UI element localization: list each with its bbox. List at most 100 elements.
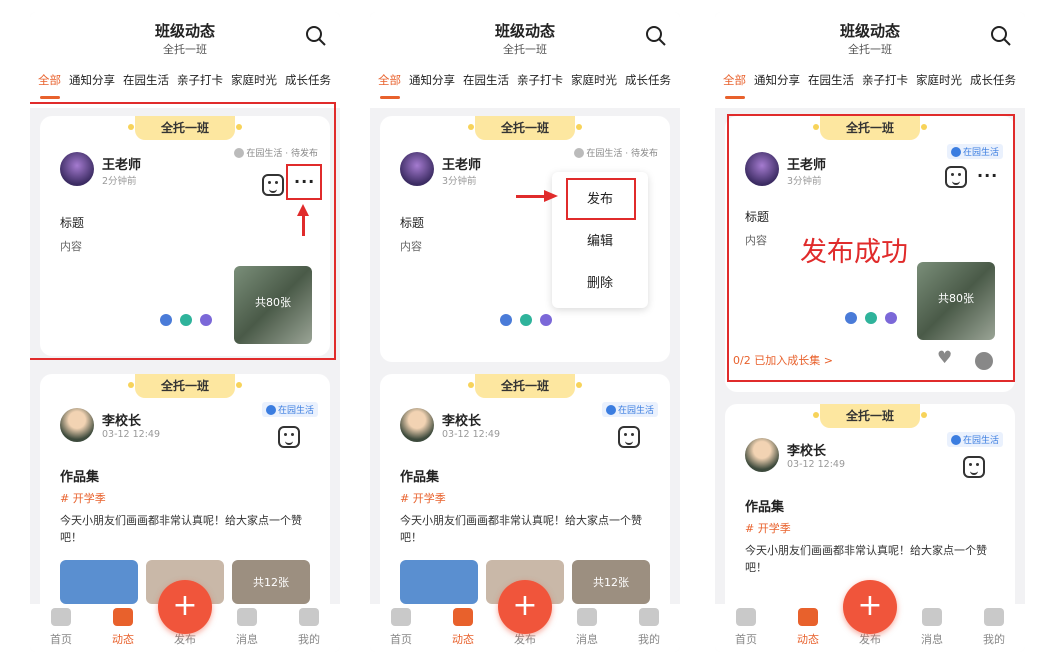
home-icon xyxy=(391,608,411,626)
category-tag: 在园生活 xyxy=(601,402,658,417)
nav-mine[interactable]: 我的 xyxy=(963,604,1025,647)
photo-thumb[interactable] xyxy=(400,560,478,604)
phone-screen-3: 班级动态 全托一班 全部 通知分享 在园生活 亲子打卡 家庭时光 成长任务 全托… xyxy=(715,12,1025,652)
header: 班级动态 全托一班 全部 通知分享 在园生活 亲子打卡 家庭时光 成长任务 xyxy=(30,12,340,108)
tab-family-time[interactable]: 家庭时光 xyxy=(571,72,617,88)
post-time: 03-12 12:49 xyxy=(442,429,501,440)
nav-mine[interactable]: 我的 xyxy=(278,604,340,647)
message-icon xyxy=(237,608,257,626)
nav-home[interactable]: 首页 xyxy=(370,604,432,647)
reaction-face-icon[interactable] xyxy=(278,426,300,448)
nav-home[interactable]: 首页 xyxy=(715,604,777,647)
class-badge: 全托一班 xyxy=(475,374,575,398)
tab-family-time[interactable]: 家庭时光 xyxy=(231,72,277,88)
tab-growth-task[interactable]: 成长任务 xyxy=(285,72,331,88)
class-badge: 全托一班 xyxy=(475,116,575,140)
search-icon[interactable] xyxy=(304,24,328,48)
category-tag: 在园生活 xyxy=(946,432,1003,447)
nav-feed[interactable]: 动态 xyxy=(432,604,494,647)
avatar[interactable] xyxy=(60,408,94,442)
nav-messages[interactable]: 消息 xyxy=(901,604,963,647)
category-tag: 在园生活 · 待发布 xyxy=(574,146,658,159)
reaction-face-icon[interactable] xyxy=(963,456,985,478)
photo-thumb[interactable] xyxy=(60,560,138,604)
nav-mine[interactable]: 我的 xyxy=(618,604,680,647)
arrow-right-icon xyxy=(544,190,558,202)
tab-bar: 全部 通知分享 在园生活 亲子打卡 家庭时光 成长任务 xyxy=(378,72,671,88)
tab-school-life[interactable]: 在园生活 xyxy=(463,72,509,88)
home-icon xyxy=(51,608,71,626)
tab-indicator xyxy=(40,96,60,99)
avatar[interactable] xyxy=(400,152,434,186)
nav-feed[interactable]: 动态 xyxy=(777,604,839,647)
tab-parent-checkin[interactable]: 亲子打卡 xyxy=(177,72,223,88)
nav-home[interactable]: 首页 xyxy=(30,604,92,647)
class-badge: 全托一班 xyxy=(820,404,920,428)
arrow-up-icon xyxy=(297,204,309,216)
tab-bar: 全部 通知分享 在园生活 亲子打卡 家庭时光 成长任务 xyxy=(38,72,331,88)
tab-all[interactable]: 全部 xyxy=(723,72,746,88)
highlight-box xyxy=(566,178,636,220)
tab-all[interactable]: 全部 xyxy=(378,72,401,88)
tab-all[interactable]: 全部 xyxy=(38,72,61,88)
post-time: 03-12 12:49 xyxy=(102,429,161,440)
menu-delete[interactable]: 删除 xyxy=(552,272,648,291)
tab-indicator xyxy=(725,96,745,99)
highlight-box xyxy=(727,114,1015,382)
author-name: 李校长 xyxy=(102,414,142,429)
post-time: 3分钟前 xyxy=(442,176,477,187)
hashtag[interactable]: # 开学季 xyxy=(60,490,106,506)
home-icon xyxy=(605,404,616,415)
phone-screen-1: 班级动态 全托一班 全部 通知分享 在园生活 亲子打卡 家庭时光 成长任务 全托… xyxy=(30,12,340,652)
nav-feed[interactable]: 动态 xyxy=(92,604,154,647)
home-icon xyxy=(736,608,756,626)
photo-thumb[interactable]: 共12张 xyxy=(232,560,310,604)
menu-edit[interactable]: 编辑 xyxy=(552,230,648,249)
highlight-box xyxy=(30,102,336,360)
page-subtitle: 全托一班 xyxy=(848,43,892,56)
page-subtitle: 全托一班 xyxy=(503,43,547,56)
header: 班级动态 全托一班 全部 通知分享 在园生活 亲子打卡 家庭时光 成长任务 xyxy=(370,12,680,108)
tab-parent-checkin[interactable]: 亲子打卡 xyxy=(862,72,908,88)
reaction-face-icon[interactable] xyxy=(618,426,640,448)
hashtag[interactable]: # 开学季 xyxy=(745,520,791,536)
nav-messages[interactable]: 消息 xyxy=(556,604,618,647)
tab-growth-task[interactable]: 成长任务 xyxy=(625,72,671,88)
home-icon xyxy=(265,404,276,415)
avatar[interactable] xyxy=(745,438,779,472)
feed-icon xyxy=(453,608,473,626)
feed-icon xyxy=(798,608,818,626)
publish-fab-button[interactable]: + xyxy=(498,580,552,634)
home-icon xyxy=(950,434,961,445)
tab-notice[interactable]: 通知分享 xyxy=(754,72,800,88)
post-description: 今天小朋友们画画都非常认真呢！给大家点一个赞吧！ xyxy=(400,514,642,544)
post-description: 今天小朋友们画画都非常认真呢！给大家点一个赞吧！ xyxy=(60,514,302,544)
photo-thumb[interactable]: 共12张 xyxy=(572,560,650,604)
highlight-box xyxy=(286,164,322,200)
tab-parent-checkin[interactable]: 亲子打卡 xyxy=(517,72,563,88)
avatar[interactable] xyxy=(400,408,434,442)
search-icon[interactable] xyxy=(989,24,1013,48)
tab-notice[interactable]: 通知分享 xyxy=(69,72,115,88)
category-tag: 在园生活 xyxy=(261,402,318,417)
author-name: 李校长 xyxy=(442,414,482,429)
nav-messages[interactable]: 消息 xyxy=(216,604,278,647)
post-title: 标题 xyxy=(400,216,425,230)
tab-growth-task[interactable]: 成长任务 xyxy=(970,72,1016,88)
search-icon[interactable] xyxy=(644,24,668,48)
tab-family-time[interactable]: 家庭时光 xyxy=(916,72,962,88)
post-title: 作品集 xyxy=(60,470,100,485)
page-title: 班级动态 xyxy=(154,22,215,40)
publish-fab-button[interactable]: + xyxy=(843,580,897,634)
tab-school-life[interactable]: 在园生活 xyxy=(123,72,169,88)
hashtag[interactable]: # 开学季 xyxy=(400,490,446,506)
post-description: 今天小朋友们画画都非常认真呢！给大家点一个赞吧！ xyxy=(745,544,987,574)
tab-school-life[interactable]: 在园生活 xyxy=(808,72,854,88)
post-title: 作品集 xyxy=(745,500,785,515)
page-subtitle: 全托一班 xyxy=(163,43,207,56)
publish-fab-button[interactable]: + xyxy=(158,580,212,634)
tab-notice[interactable]: 通知分享 xyxy=(409,72,455,88)
author-name: 王老师 xyxy=(442,158,482,173)
profile-icon xyxy=(984,608,1004,626)
post-time: 03-12 12:49 xyxy=(787,459,846,470)
